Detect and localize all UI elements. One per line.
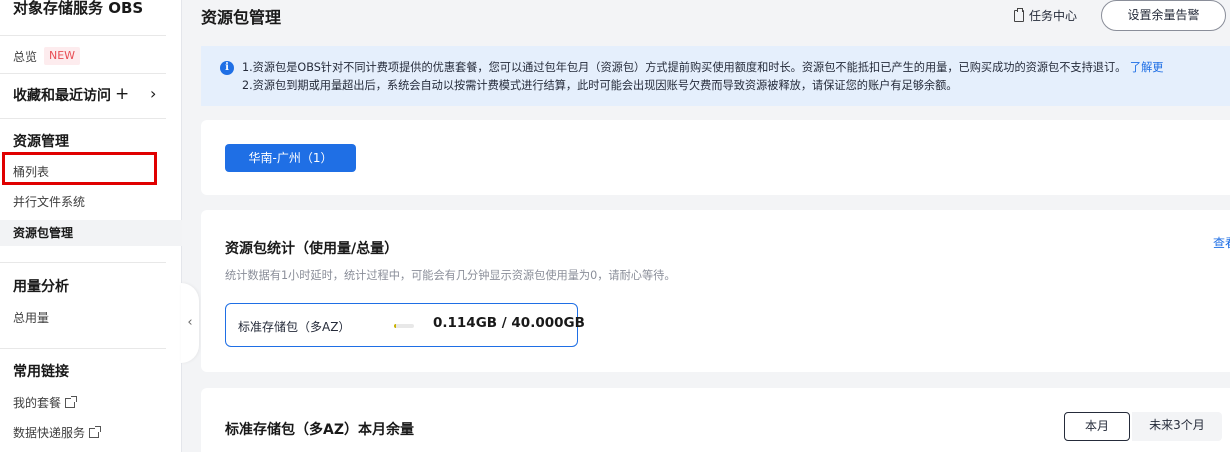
learn-more-link[interactable]: 了解更 bbox=[1130, 61, 1164, 74]
divider bbox=[0, 118, 166, 119]
section-heading-common-links: 常用链接 bbox=[13, 364, 69, 380]
package-card-standard-multi-az[interactable]: 标准存储包（多AZ） 0.114GB / 40.000GB bbox=[225, 303, 585, 347]
chevron-right-icon[interactable]: › bbox=[150, 84, 156, 104]
notice-text-1: 1.资源包是OBS针对不同计费项提供的优惠套餐，您可以通过包年包月（资源包）方式… bbox=[242, 61, 1127, 74]
sidebar-item-total-usage[interactable]: 总用量 bbox=[13, 309, 49, 326]
sidebar-item-resource-packages[interactable]: 资源包管理 bbox=[13, 224, 73, 241]
tab-this-month[interactable]: 本月 bbox=[1064, 412, 1130, 441]
divider bbox=[0, 262, 166, 263]
service-title: 对象存储服务 OBS bbox=[13, 0, 144, 17]
sidebar-item-my-plan[interactable]: 我的套餐 bbox=[13, 394, 78, 411]
divider bbox=[0, 348, 166, 349]
remaining-card: 标准存储包（多AZ）本月余量 未来3个月 本月 bbox=[201, 388, 1230, 452]
set-alarm-button[interactable]: 设置余量告警 bbox=[1101, 0, 1226, 31]
stats-subtitle: 统计数据有1小时延时，统计过程中，可能会有几分钟显示资源包使用量为0，请耐心等待… bbox=[225, 269, 676, 282]
view-details-link[interactable]: 查看 bbox=[1213, 234, 1230, 251]
package-usage-value: 0.114GB / 40.000GB bbox=[433, 315, 585, 331]
stats-card: 资源包统计（使用量/总量） 查看 统计数据有1小时延时，统计过程中，可能会有几分… bbox=[201, 210, 1230, 372]
new-badge: NEW bbox=[44, 47, 81, 65]
divider bbox=[0, 73, 166, 74]
app-root: 对象存储服务 OBS 总览 NEW 收藏和最近访问 + › 资源管理 桶列表 并… bbox=[0, 0, 1230, 452]
info-notice: i 1.资源包是OBS针对不同计费项提供的优惠套餐，您可以通过包年包月（资源包）… bbox=[201, 46, 1230, 106]
clipboard-icon bbox=[1014, 8, 1024, 22]
tab-next-3-months[interactable]: 未来3个月 bbox=[1132, 412, 1222, 441]
external-link-icon bbox=[65, 396, 78, 408]
notice-line-1: 1.资源包是OBS针对不同计费项提供的优惠套餐，您可以通过包年包月（资源包）方式… bbox=[242, 59, 1163, 75]
task-center-label: 任务中心 bbox=[1029, 9, 1078, 23]
section-heading-usage-analysis: 用量分析 bbox=[13, 279, 69, 295]
sidebar-item-overview[interactable]: 总览 bbox=[13, 48, 37, 65]
package-name: 标准存储包（多AZ） bbox=[238, 320, 351, 334]
notice-line-2: 2.资源包到期或用量超出后，系统会自动以按需计费模式进行结算，此时可能会出现因账… bbox=[242, 79, 958, 92]
usage-progress-fill bbox=[394, 324, 396, 328]
sidebar-item-parallel-fs[interactable]: 并行文件系统 bbox=[13, 193, 85, 210]
remaining-title: 标准存储包（多AZ）本月余量 bbox=[225, 422, 414, 438]
stats-title: 资源包统计（使用量/总量） bbox=[225, 241, 399, 257]
region-tab-guangzhou[interactable]: 华南-广州（1） bbox=[225, 144, 356, 172]
link-label: 数据快递服务 bbox=[13, 426, 86, 440]
region-card: 华南-广州（1） bbox=[201, 120, 1230, 195]
task-center-link[interactable]: 任务中心 bbox=[1014, 7, 1077, 24]
sidebar-item-data-express[interactable]: 数据快递服务 bbox=[13, 424, 102, 441]
plus-icon[interactable]: + bbox=[115, 84, 129, 104]
page-title: 资源包管理 bbox=[201, 8, 282, 27]
sidebar-favorites[interactable]: 收藏和最近访问 bbox=[13, 85, 111, 105]
external-link-icon bbox=[89, 426, 102, 438]
sidebar-item-bucket-list[interactable]: 桶列表 bbox=[13, 163, 49, 180]
sidebar-collapse-toggle[interactable]: ‹ bbox=[181, 283, 199, 363]
section-heading-resource-management: 资源管理 bbox=[13, 134, 69, 150]
info-icon: i bbox=[220, 61, 234, 75]
sidebar: 对象存储服务 OBS 总览 NEW 收藏和最近访问 + › 资源管理 桶列表 并… bbox=[0, 0, 182, 452]
divider bbox=[0, 35, 166, 36]
usage-progress-bar bbox=[394, 324, 414, 328]
link-label: 我的套餐 bbox=[13, 396, 62, 410]
